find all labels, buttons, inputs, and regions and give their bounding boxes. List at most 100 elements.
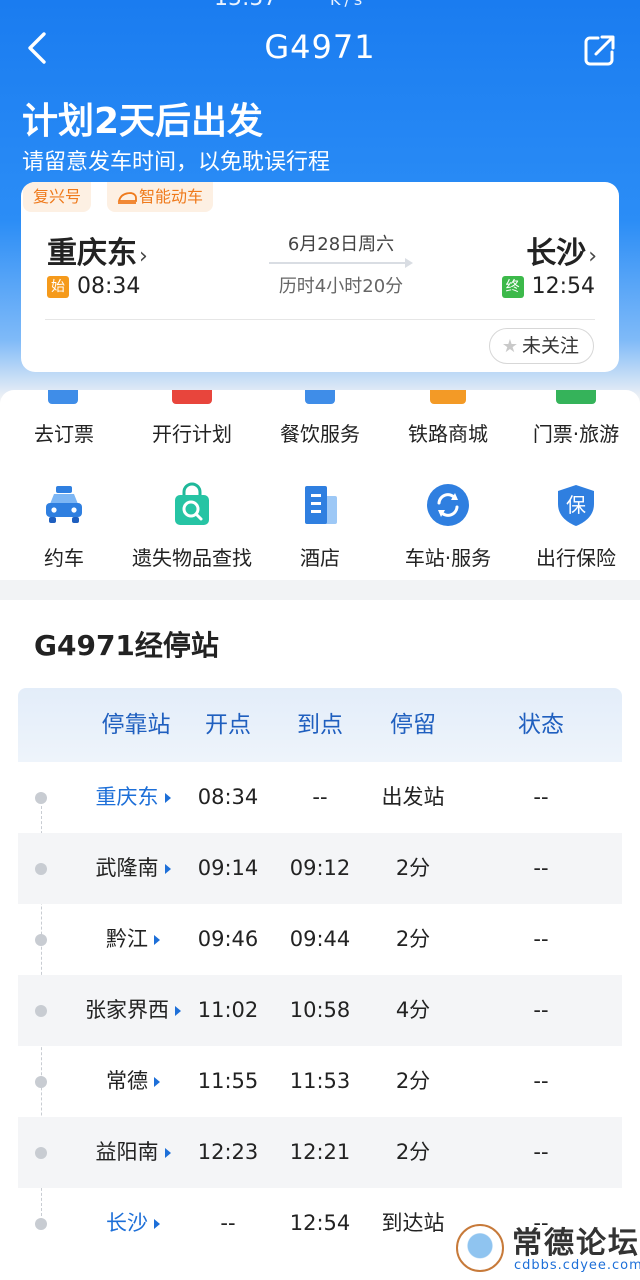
follow-button[interactable]: ★ 未关注 (488, 328, 594, 364)
origin-badge: 始 (47, 276, 69, 298)
table-row: 黔江 09:46 09:44 2分 -- (18, 904, 622, 975)
stop-stay: 4分 (395, 998, 431, 1022)
service-schedule[interactable]: 开行计划 (128, 418, 256, 447)
caret-right-icon (164, 793, 171, 803)
stop-station-name: 黔江 (106, 927, 148, 951)
service-lost-found[interactable]: 遗失物品查找 (128, 482, 256, 571)
stop-status: -- (533, 856, 549, 880)
share-button[interactable] (578, 28, 622, 72)
service-label: 遗失物品查找 (132, 546, 252, 570)
service-ride-hailing[interactable]: 约车 (0, 482, 128, 571)
watermark: 常德论坛 cdbbs.cdyee.com (450, 1218, 640, 1280)
service-label: 车站·服务 (404, 546, 492, 570)
service-label: 约车 (44, 546, 84, 570)
stop-station[interactable]: 张家界西 (58, 975, 208, 1046)
stop-stay: 2分 (395, 1140, 431, 1164)
stop-depart-time: 11:02 (197, 998, 259, 1022)
follow-label: 未关注 (521, 335, 579, 357)
caret-right-icon (154, 935, 160, 945)
stop-depart-time: -- (220, 1211, 236, 1235)
timeline-dot (35, 1005, 47, 1017)
stop-stay: 2分 (395, 927, 431, 951)
col-stay: 停留 (390, 712, 436, 738)
stop-depart-time: 09:14 (197, 856, 259, 880)
stop-arrive-time: 09:12 (289, 856, 351, 880)
train-icon (117, 192, 137, 204)
service-station[interactable]: 车站·服务 (384, 482, 512, 571)
stop-arrive-time: 10:58 (289, 998, 351, 1022)
stop-station-name: 张家界西 (85, 998, 169, 1022)
service-railway-mall[interactable]: 铁路商城 (384, 418, 512, 447)
service-dining[interactable]: 餐饮服务 (256, 418, 384, 447)
stops-table-header: 停靠站 开点 到点 停留 状态 (18, 688, 622, 762)
travel-date: 6月28日周六 (287, 234, 395, 255)
stop-station[interactable]: 重庆东 (58, 762, 208, 833)
stop-depart-time: 11:55 (197, 1069, 259, 1093)
stop-station[interactable]: 武隆南 (58, 833, 208, 904)
chevron-right-icon: › (139, 244, 148, 269)
stop-station[interactable]: 常德 (58, 1046, 208, 1117)
watermark-text: 常德论坛 (512, 1226, 640, 1261)
station-service-icon (427, 484, 469, 526)
status-network-speed: K/s (330, 0, 366, 9)
watermark-url: cdbbs.cdyee.com (514, 1258, 640, 1273)
table-row: 张家界西 11:02 10:58 4分 -- (18, 975, 622, 1046)
arrival-station-name: 长沙 (526, 236, 587, 271)
calendar-icon (172, 390, 212, 404)
share-icon (584, 35, 615, 66)
service-label: 餐饮服务 (280, 422, 360, 446)
caret-right-icon (154, 1077, 160, 1087)
arrival-station[interactable]: 长沙› (526, 228, 597, 272)
table-row: 武隆南 09:14 09:12 2分 -- (18, 833, 622, 904)
service-hotel[interactable]: 酒店 (256, 482, 384, 571)
star-icon: ★ (501, 336, 518, 357)
caret-right-icon (164, 1148, 171, 1158)
stop-arrive-time: -- (312, 785, 328, 809)
timeline-dot (35, 1218, 47, 1230)
stops-title: G4971经停站 (34, 629, 219, 662)
table-row: 常德 11:55 11:53 2分 -- (18, 1046, 622, 1117)
stop-status: -- (533, 785, 549, 809)
svg-text:保: 保 (566, 493, 586, 517)
stop-station-name: 重庆东 (95, 785, 159, 809)
stop-station-name: 常德 (106, 1069, 148, 1093)
travel-duration: 历时4小时20分 (278, 276, 404, 297)
timeline-dot (35, 1076, 47, 1088)
table-row: 重庆东 08:34 -- 出发站 -- (18, 762, 622, 833)
stop-stay: 2分 (395, 1069, 431, 1093)
service-book-ticket[interactable]: 去订票 (0, 418, 128, 447)
table-row: 益阳南 12:23 12:21 2分 -- (18, 1117, 622, 1188)
service-insurance[interactable]: 保 出行保险 (512, 482, 640, 571)
timeline-dot (35, 1147, 47, 1159)
col-station: 停靠站 (101, 712, 171, 738)
departure-countdown: 计划2天后出发 (22, 101, 264, 142)
caret-right-icon (154, 1219, 160, 1229)
caret-right-icon (175, 1006, 181, 1016)
terminus-badge: 终 (501, 276, 524, 298)
stop-station[interactable]: 长沙 (58, 1188, 208, 1259)
trip-card: 复兴号 智能动车 重庆东› 长沙› 始 08:34 终 12:54 6月28日周六 … (21, 182, 619, 372)
arrival-time-row: 终 12:54 (501, 274, 595, 299)
service-label: 开行计划 (152, 422, 232, 446)
stop-station[interactable]: 黔江 (58, 904, 208, 975)
departure-time: 08:34 (77, 274, 141, 299)
smart-train-tag: 智能动车 (107, 182, 214, 212)
stop-station[interactable]: 益阳南 (58, 1117, 208, 1188)
service-tickets-travel[interactable]: 门票·旅游 (512, 418, 640, 447)
service-grid: 去订票 开行计划 餐饮服务 铁路商城 门票·旅游 约车 遗失物品查找 酒店 车站… (0, 390, 640, 580)
shop-icon (430, 390, 466, 404)
status-bar: 15:57 K/s (0, 0, 640, 12)
page-title: G4971 (264, 28, 376, 66)
status-time: 15:57 (214, 0, 277, 11)
smart-train-label: 智能动车 (139, 187, 204, 206)
stop-status: -- (533, 1140, 549, 1164)
arrival-time: 12:54 (531, 274, 595, 299)
timeline-dot (35, 792, 47, 804)
departure-station[interactable]: 重庆东› (47, 228, 148, 272)
timeline-dot (35, 934, 47, 946)
service-label: 门票·旅游 (532, 422, 620, 446)
stop-arrive-time: 11:53 (289, 1069, 351, 1093)
caret-right-icon (164, 864, 171, 874)
col-depart: 开点 (205, 712, 251, 738)
stop-arrive-time: 12:21 (289, 1140, 351, 1164)
